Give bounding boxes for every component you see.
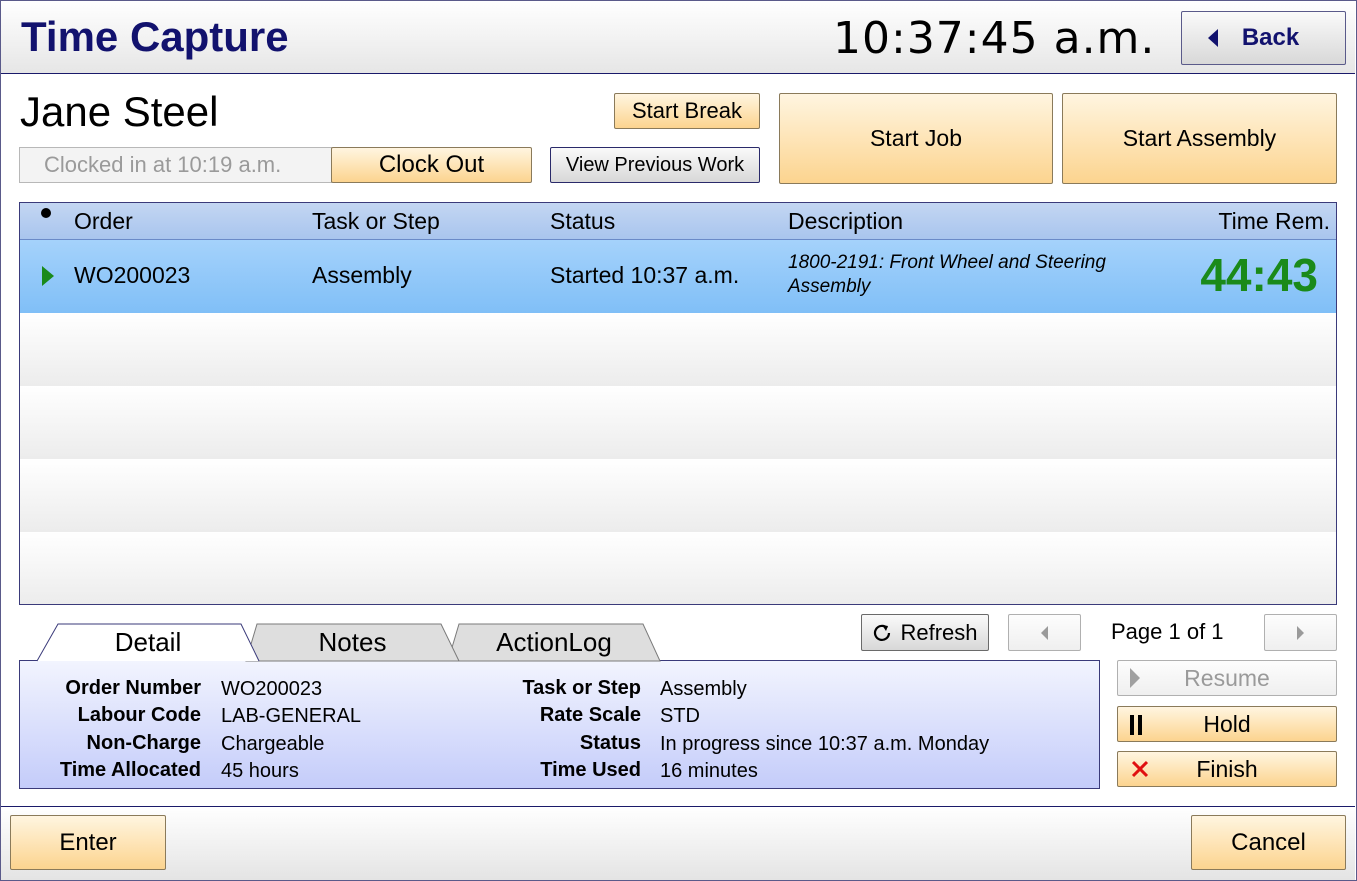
jobs-grid: Order Task or Step Status Description Ti… [19,202,1337,605]
play-icon [42,266,54,286]
grid-header: Order Task or Step Status Description Ti… [20,203,1336,240]
value-status: In progress since 10:37 a.m. Monday [660,733,990,755]
user-name: Jane Steel [20,88,219,135]
label-time-used: Time Used [540,759,641,781]
start-assembly-button[interactable]: Start Assembly [1062,93,1337,184]
row-status: Started 10:37 a.m. [550,262,740,288]
finish-button[interactable]: Finish [1117,751,1337,787]
header-bar: Time Capture 10:37:45 a.m. [1,1,1355,74]
tab-notes[interactable]: Notes [245,623,460,662]
next-page-button[interactable] [1264,614,1337,651]
value-rate-scale: STD [660,705,700,727]
tab-notes-label: Notes [318,626,387,657]
label-order-number: Order Number [65,677,201,699]
cancel-button[interactable]: Cancel [1191,815,1346,870]
app-title: Time Capture [21,13,289,60]
previous-page-button[interactable] [1008,614,1081,651]
clocked-in-status: Clocked in at 10:19 a.m. [19,147,332,183]
back-button[interactable]: Back [1181,11,1346,65]
empty-row [20,386,1336,459]
page-indicator: Page 1 of 1 [1111,619,1224,644]
start-job-button[interactable]: Start Job [779,93,1053,184]
start-break-button[interactable]: Start Break [614,93,760,129]
view-previous-work-button[interactable]: View Previous Work [550,147,760,183]
column-order[interactable]: Order [74,208,133,235]
table-row[interactable]: WO200023 Assembly Started 10:37 a.m. 180… [20,240,1336,313]
empty-row [20,313,1336,386]
value-time-allocated: 45 hours [221,760,299,782]
bullet-icon [41,208,51,218]
value-non-charge: Chargeable [221,733,325,755]
hold-label: Hold [1203,710,1251,737]
tab-detail-label: Detail [114,626,182,657]
pause-icon [1130,715,1142,735]
empty-row [20,459,1336,532]
column-description[interactable]: Description [788,208,903,235]
row-order: WO200023 [74,262,191,288]
play-icon [1130,668,1140,688]
back-button-label: Back [1241,24,1300,51]
refresh-label: Refresh [900,619,978,645]
label-labour-code: Labour Code [77,704,201,726]
label-task-or-step: Task or Step [522,677,641,699]
value-order-number: WO200023 [221,678,323,700]
resume-label: Resume [1184,664,1270,691]
column-status[interactable]: Status [550,208,615,235]
clock-out-button[interactable]: Clock Out [331,147,532,183]
chevron-left-icon [1041,625,1048,640]
footer-bar [1,806,1355,880]
value-task-or-step: Assembly [660,678,747,700]
finish-label: Finish [1196,755,1258,782]
label-non-charge: Non-Charge [86,732,201,754]
row-task: Assembly [312,262,412,288]
label-rate-scale: Rate Scale [539,704,641,726]
hold-button[interactable]: Hold [1117,706,1337,742]
tab-actionlog[interactable]: ActionLog [447,623,661,662]
refresh-button[interactable]: Refresh [861,614,989,651]
resume-button[interactable]: Resume [1117,660,1337,696]
detail-panel: Order Number Labour Code Non-Charge Time… [19,660,1100,789]
tab-actionlog-label: ActionLog [496,626,612,657]
row-description: 1800-2191: Front Wheel and Steering Asse… [788,252,1106,297]
chevron-right-icon [1297,625,1304,640]
empty-row [20,532,1336,604]
label-time-allocated: Time Allocated [59,759,201,781]
value-labour-code: LAB-GENERAL [221,705,362,727]
close-icon [1131,760,1149,778]
refresh-icon [874,624,891,641]
enter-button[interactable]: Enter [10,815,166,870]
row-time-remaining: 44:43 [1200,249,1318,301]
column-task[interactable]: Task or Step [312,208,440,235]
column-time-remaining[interactable]: Time Rem. [1218,208,1330,235]
clock-display: 10:37:45 a.m. [833,13,1156,64]
label-status: Status [579,732,641,754]
value-time-used: 16 minutes [660,760,758,782]
back-arrow-icon [1207,29,1218,47]
tab-detail[interactable]: Detail [36,623,260,662]
